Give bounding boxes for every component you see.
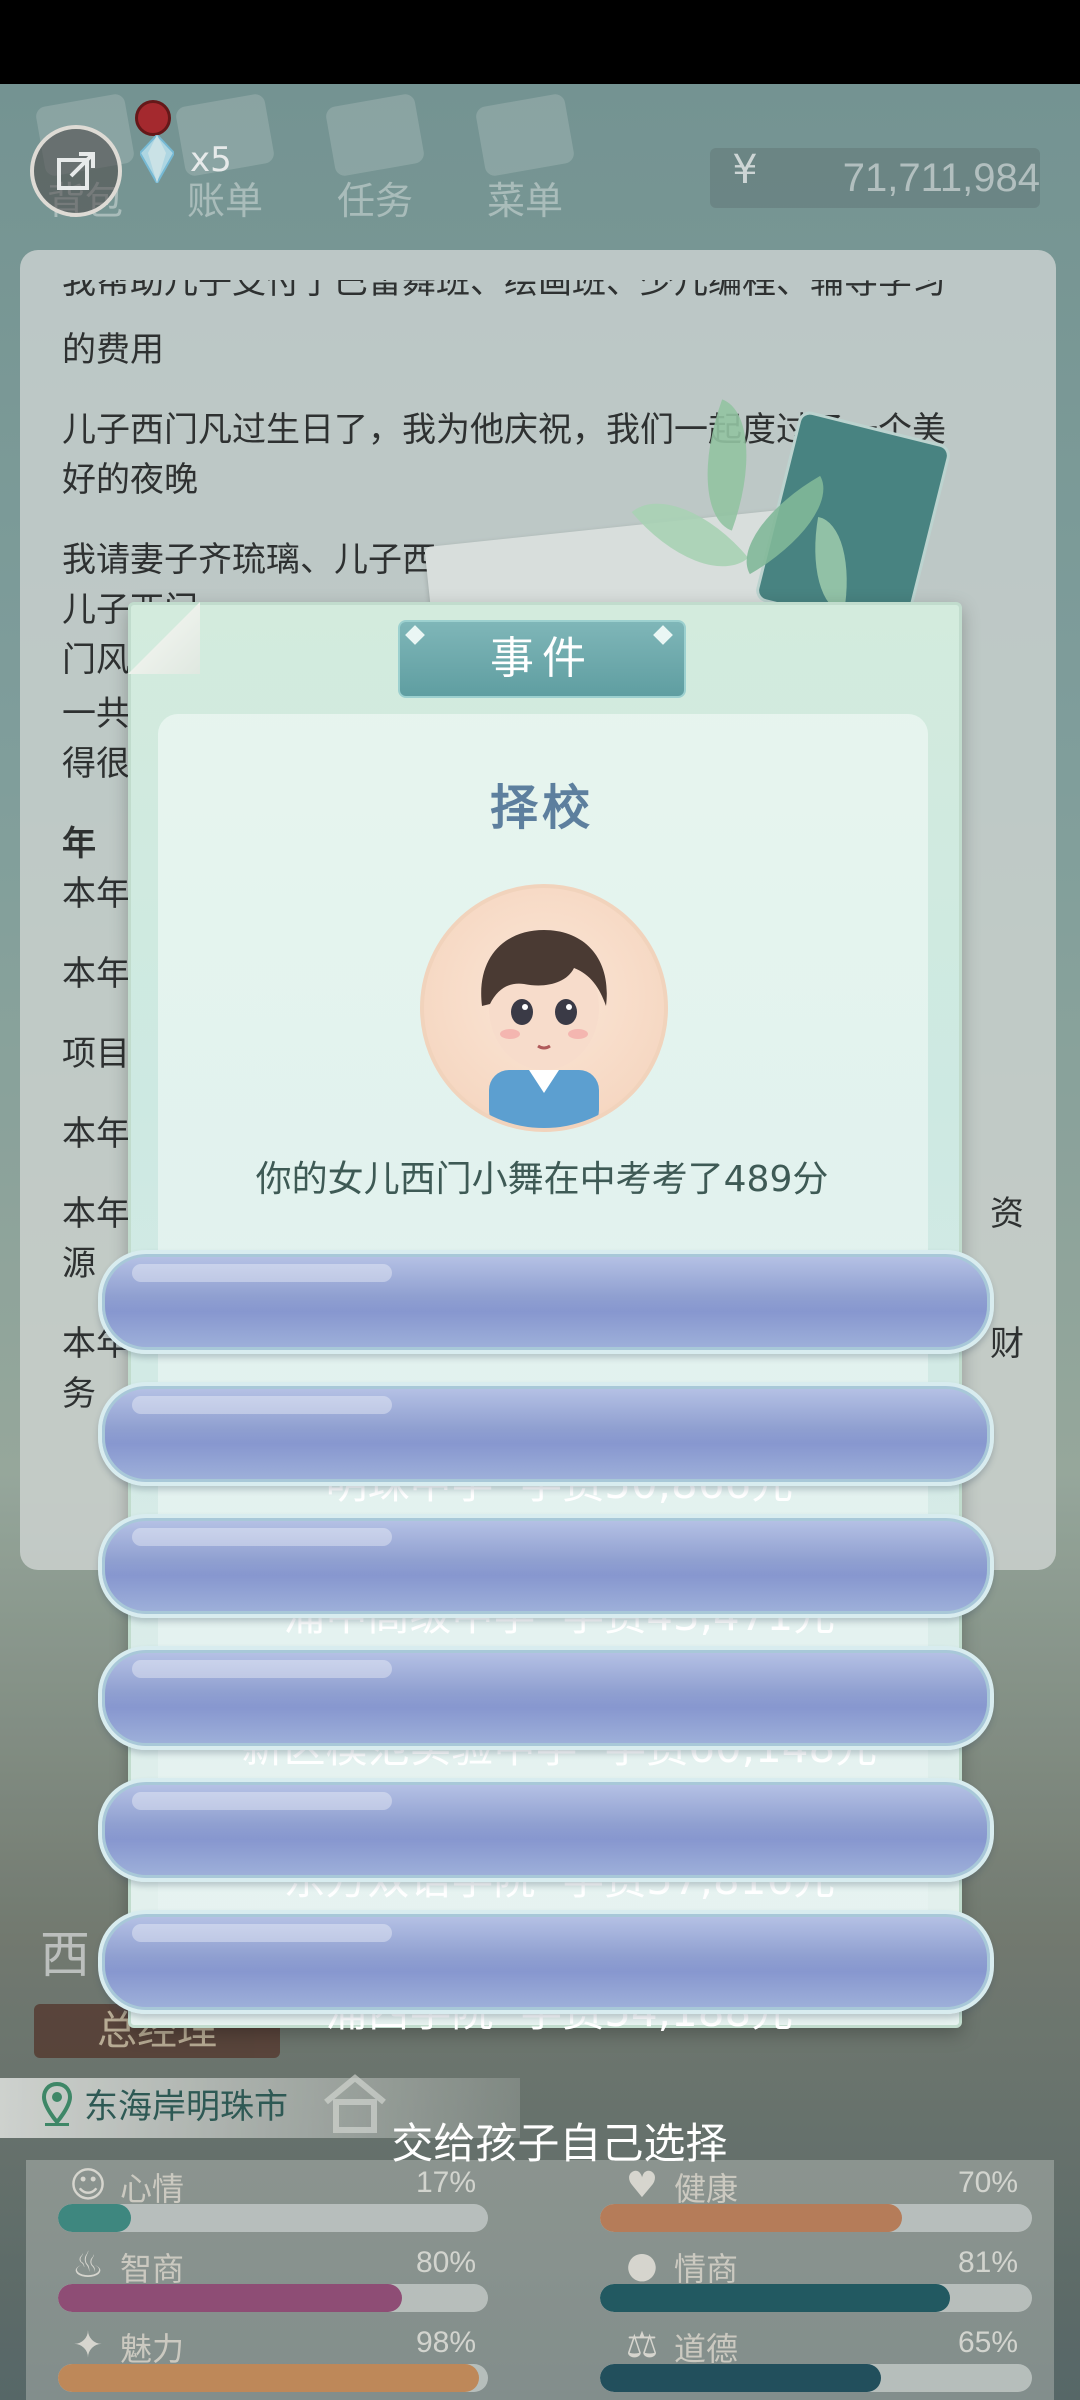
status-bar: [0, 0, 1080, 84]
button-glare: [132, 1792, 392, 1810]
button-glare: [132, 1528, 392, 1546]
event-message: 你的女儿西门小舞在中考考了489分: [255, 1159, 829, 1200]
child-portrait: [481, 930, 607, 1128]
school-option-button[interactable]: 东方双语学院 学费57,816元: [98, 1646, 994, 1904]
let-child-choose-button[interactable]: 交给孩子自己选择: [98, 1910, 994, 2168]
button-glare: [132, 1396, 392, 1414]
school-option-button[interactable]: 浦西学院 学费54,188元: [98, 1778, 994, 2036]
school-option-button[interactable]: 浦中高级中学 学费43,471元: [98, 1382, 994, 1640]
dialog-header: 事件: [398, 620, 686, 698]
child-avatar: [420, 884, 668, 1132]
school-option-button[interactable]: 新区模范实验中学 学费60,148元: [98, 1514, 994, 1772]
button-glare: [132, 1924, 392, 1942]
button-glare: [132, 1264, 392, 1282]
dialog-title: 择校: [489, 780, 594, 836]
school-option-button[interactable]: 明珠中学 学费50,866元: [98, 1250, 994, 1508]
button-glare: [132, 1660, 392, 1678]
